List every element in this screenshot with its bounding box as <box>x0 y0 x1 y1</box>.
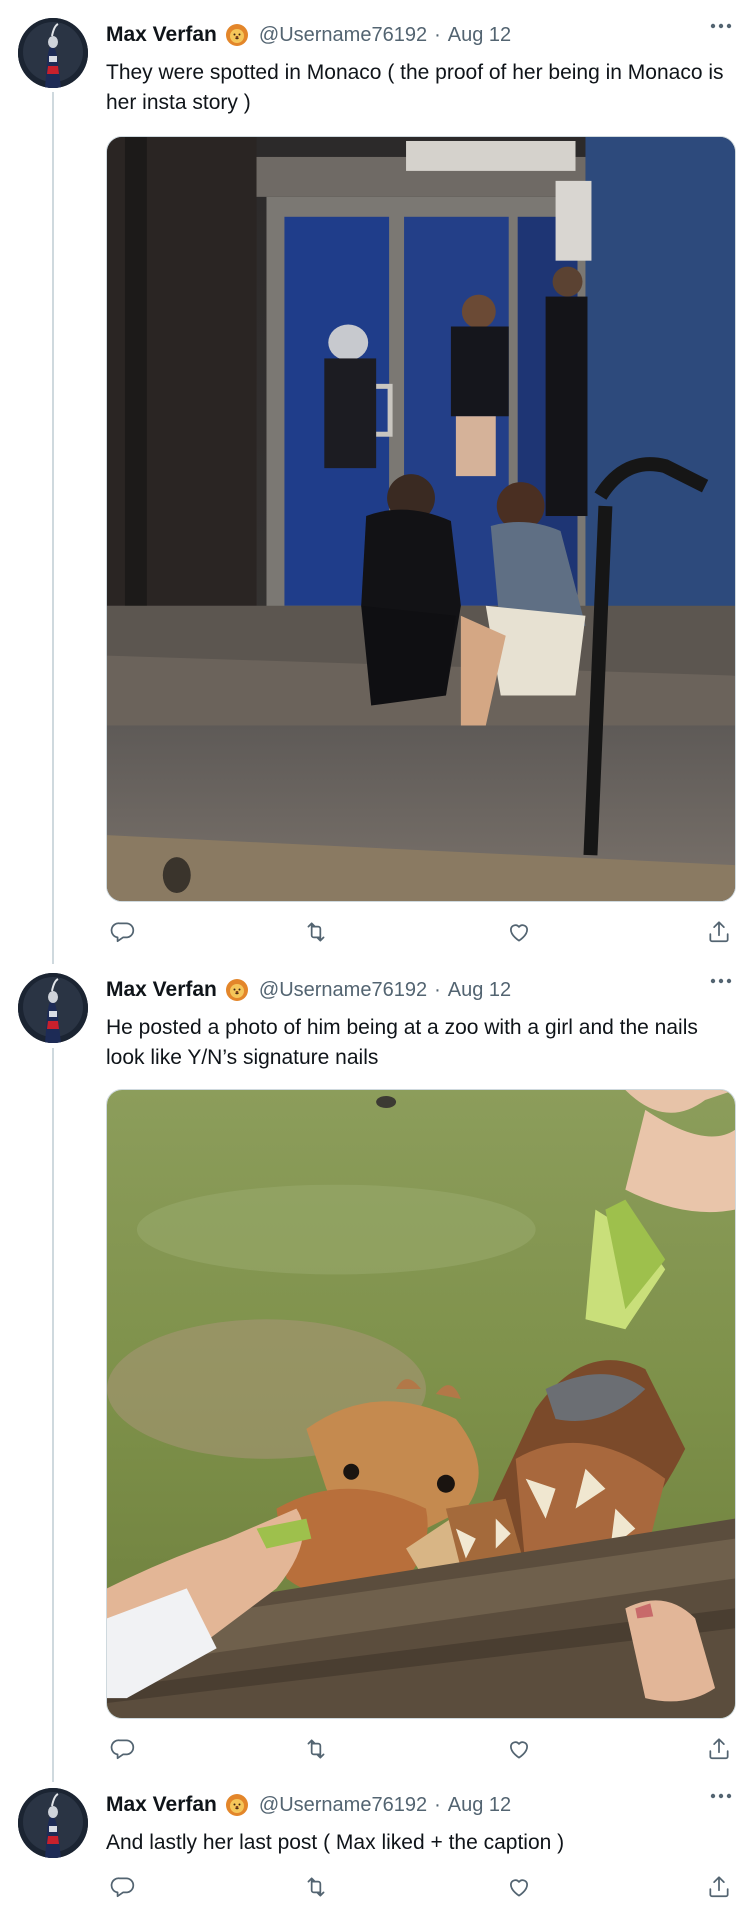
tweet-date[interactable]: Aug 12 <box>448 1794 511 1817</box>
tweet-date[interactable]: Aug 12 <box>448 979 511 1002</box>
author-name[interactable]: Max Verfan <box>106 23 217 47</box>
like-icon[interactable] <box>502 1870 536 1904</box>
author-handle[interactable]: @Username76192 <box>259 979 427 1002</box>
avatar[interactable] <box>18 18 88 88</box>
tweet-header: Max Verfan @Username76192 · Aug 12 <box>106 18 511 52</box>
share-icon[interactable] <box>702 915 736 949</box>
retweet-icon[interactable] <box>299 915 333 949</box>
tweet-photo[interactable] <box>106 136 736 902</box>
reply-icon[interactable] <box>106 1732 140 1766</box>
retweet-icon[interactable] <box>299 1732 333 1766</box>
tweet[interactable]: Max Verfan @Username76192 · Aug 12 He po… <box>0 955 754 1785</box>
lion-emoji-icon <box>225 978 249 1002</box>
tweet[interactable]: Max Verfan @Username76192 · Aug 12 And l… <box>0 1770 754 1920</box>
retweet-icon[interactable] <box>299 1870 333 1904</box>
more-options-icon[interactable] <box>706 16 736 36</box>
tweet[interactable]: Max Verfan @Username76192 · Aug 12 They … <box>0 0 754 955</box>
avatar[interactable] <box>18 1788 88 1858</box>
like-icon[interactable] <box>502 1732 536 1766</box>
tweet-date[interactable]: Aug 12 <box>448 24 511 47</box>
tweet-text: They were spotted in Monaco ( the proof … <box>106 61 724 114</box>
reply-icon[interactable] <box>106 1870 140 1904</box>
lion-emoji-icon <box>225 1793 249 1817</box>
separator-dot: · <box>434 978 441 1001</box>
tweet-actions <box>106 1870 736 1904</box>
tweet-actions <box>106 1732 736 1766</box>
share-icon[interactable] <box>702 1870 736 1904</box>
author-handle[interactable]: @Username76192 <box>259 1794 427 1817</box>
tweet-photo[interactable] <box>106 1089 736 1719</box>
share-icon[interactable] <box>702 1732 736 1766</box>
separator-dot: · <box>434 1793 441 1816</box>
reply-icon[interactable] <box>106 915 140 949</box>
avatar[interactable] <box>18 973 88 1043</box>
more-options-icon[interactable] <box>706 971 736 991</box>
author-handle[interactable]: @Username76192 <box>259 24 427 47</box>
lion-emoji-icon <box>225 23 249 47</box>
tweet-header: Max Verfan @Username76192 · Aug 12 <box>106 973 511 1007</box>
tweet-actions <box>106 915 736 949</box>
tweet-text: And lastly her last post ( Max liked + t… <box>106 1831 565 1854</box>
author-name[interactable]: Max Verfan <box>106 1793 217 1817</box>
like-icon[interactable] <box>502 915 536 949</box>
separator-dot: · <box>434 23 441 46</box>
tweet-text: He posted a photo of him being at a zoo … <box>106 1016 698 1069</box>
more-options-icon[interactable] <box>706 1786 736 1806</box>
author-name[interactable]: Max Verfan <box>106 978 217 1002</box>
tweet-header: Max Verfan @Username76192 · Aug 12 <box>106 1788 511 1822</box>
